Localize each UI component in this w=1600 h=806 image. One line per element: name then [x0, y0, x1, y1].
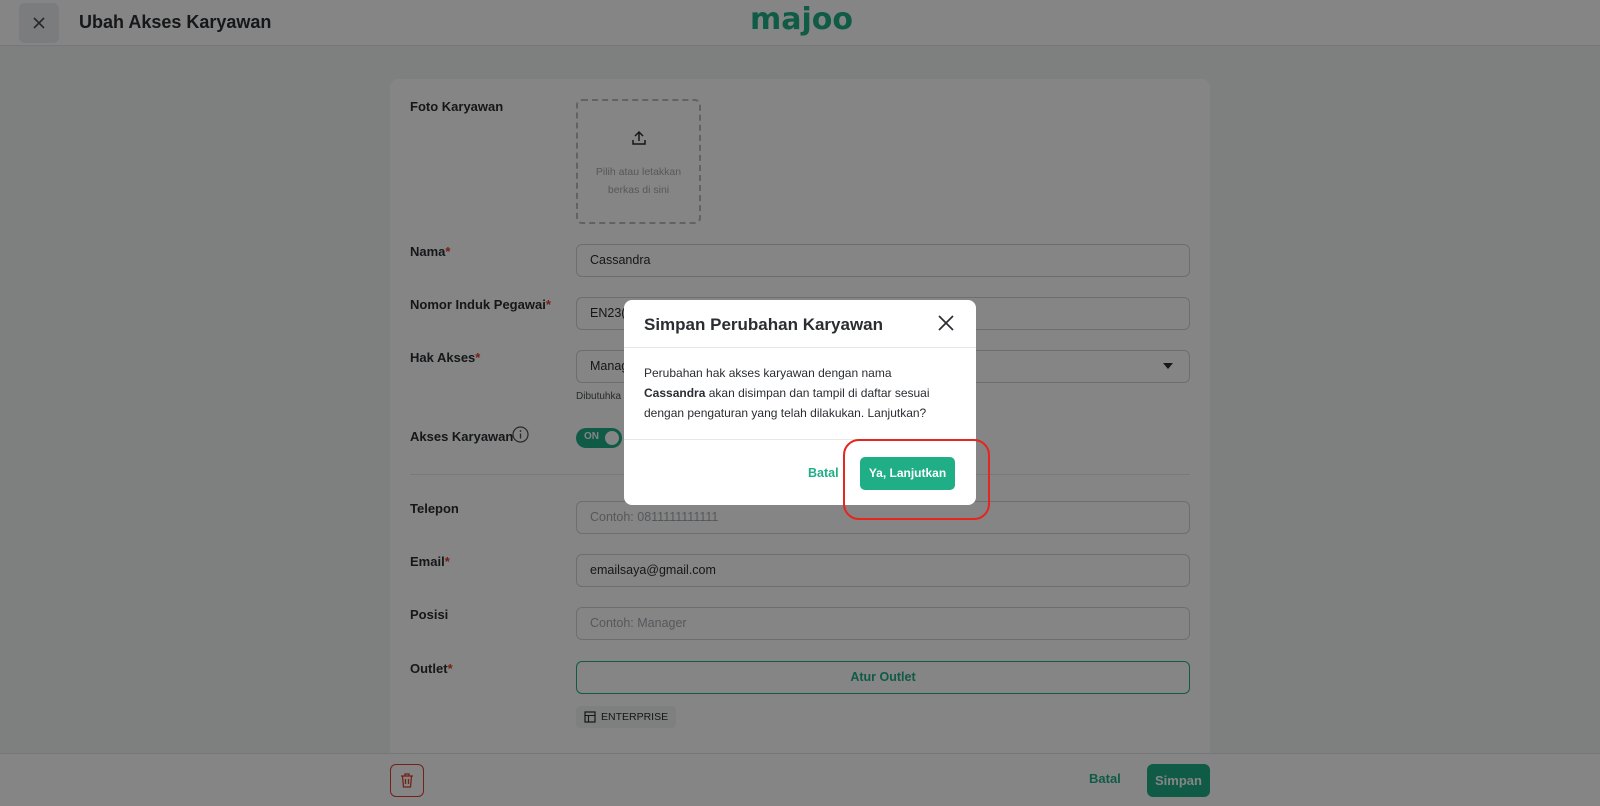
dialog-title: Simpan Perubahan Karyawan: [644, 315, 884, 334]
close-icon[interactable]: [935, 312, 957, 334]
dialog-message-start: Perubahan hak akses karyawan dengan nama: [644, 366, 892, 380]
dialog-cancel-button[interactable]: Batal: [808, 466, 839, 480]
dialog-divider-top: [624, 347, 976, 348]
dialog-employee-name: Cassandra: [644, 386, 706, 400]
dialog-message: Perubahan hak akses karyawan dengan nama…: [644, 363, 956, 423]
confirm-highlight-annotation: [843, 439, 990, 520]
